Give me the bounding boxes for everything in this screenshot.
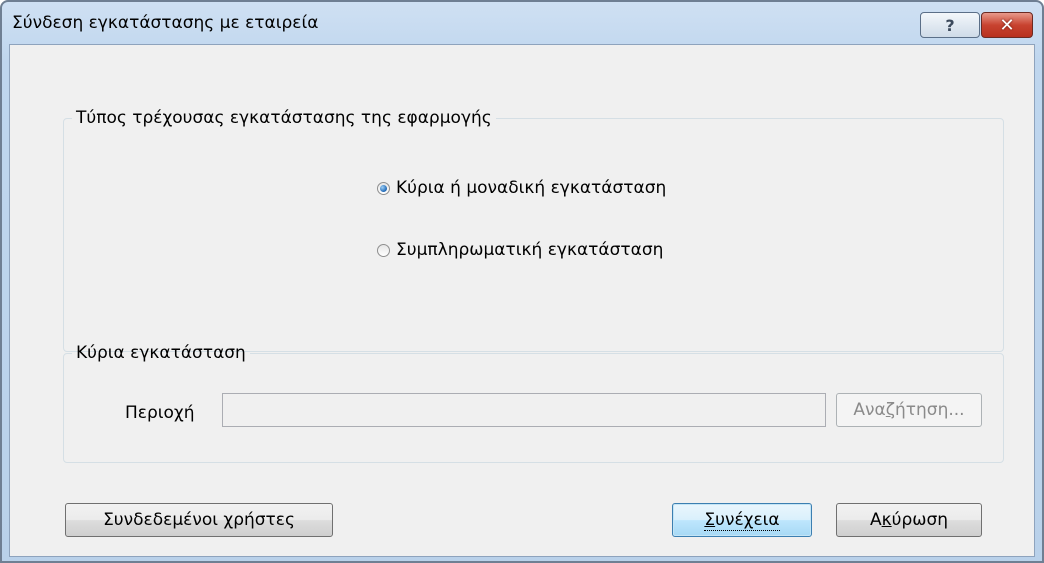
continue-button-label: Συνέχεια bbox=[704, 509, 780, 531]
help-button[interactable]: ? bbox=[920, 12, 980, 38]
title-bar[interactable]: Σύνδεση εγκατάστασης με εταιρεία ? ✕ bbox=[2, 2, 1042, 44]
install-type-group: Τύπος τρέχουσας εγκατάστασης της εφαρμογ… bbox=[63, 108, 1004, 352]
window-title: Σύνδεση εγκατάστασης με εταιρεία bbox=[12, 13, 319, 33]
main-install-legend: Κύρια εγκατάσταση bbox=[76, 343, 246, 363]
radio-button-unselected[interactable] bbox=[377, 243, 390, 257]
dialog-client-area: Τύπος τρέχουσας εγκατάστασης της εφαρμογ… bbox=[9, 44, 1035, 557]
cancel-button-label: Ακύρωση bbox=[869, 510, 949, 530]
search-button[interactable]: Αναζήτηση... bbox=[836, 393, 982, 427]
radio-main-install-label: Κύρια ή μοναδική εγκατάσταση bbox=[396, 178, 667, 198]
connected-users-button[interactable]: Συνδεδεμένοι χρήστες bbox=[65, 503, 333, 537]
radio-dot bbox=[380, 184, 387, 192]
continue-button[interactable]: Συνέχεια bbox=[672, 503, 812, 537]
area-label: Περιοχή bbox=[125, 403, 195, 423]
search-button-label: Αναζήτηση... bbox=[853, 400, 965, 420]
close-button[interactable]: ✕ bbox=[981, 12, 1033, 38]
cancel-button[interactable]: Ακύρωση bbox=[836, 503, 982, 537]
connected-users-button-label: Συνδεδεμένοι χρήστες bbox=[103, 510, 295, 530]
help-icon: ? bbox=[945, 15, 955, 35]
install-type-legend: Τύπος τρέχουσας εγκατάστασης της εφαρμογ… bbox=[76, 108, 492, 128]
dialog-window: Σύνδεση εγκατάστασης με εταιρεία ? ✕ Τύπ… bbox=[0, 0, 1044, 563]
radio-supplementary-install[interactable]: Συμπληρωματική εγκατάσταση bbox=[377, 240, 663, 260]
radio-button-selected[interactable] bbox=[377, 181, 390, 195]
area-input[interactable] bbox=[222, 393, 826, 427]
radio-main-install[interactable]: Κύρια ή μοναδική εγκατάσταση bbox=[377, 178, 666, 198]
close-icon: ✕ bbox=[999, 14, 1015, 36]
radio-supplementary-install-label: Συμπληρωματική εγκατάσταση bbox=[396, 240, 664, 260]
